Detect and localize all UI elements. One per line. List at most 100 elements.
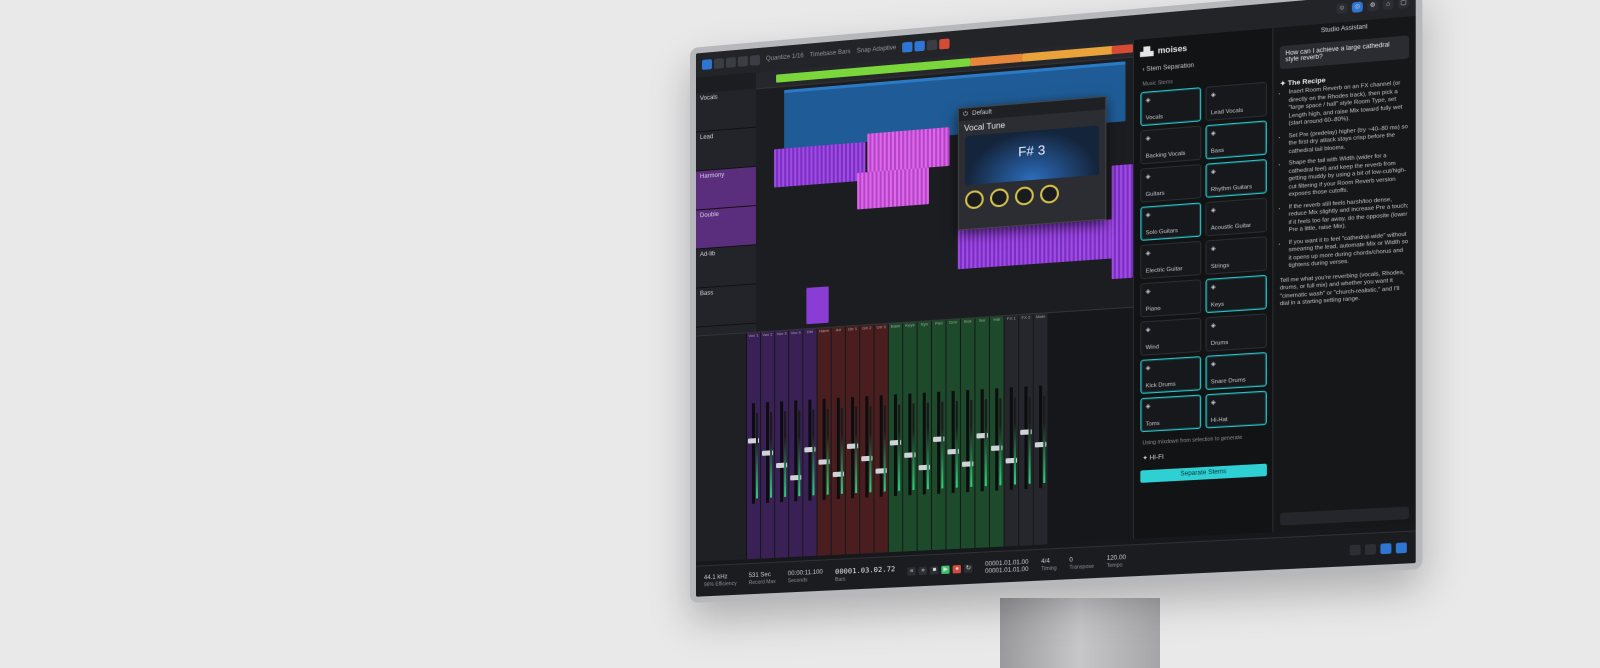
track-header[interactable]: Harmony <box>695 166 756 211</box>
rewind-icon[interactable]: « <box>907 567 916 576</box>
arranger-section-orange[interactable] <box>970 53 1023 67</box>
track-header[interactable]: Double <box>695 206 756 250</box>
grid-icon[interactable] <box>914 40 925 52</box>
bars-block: 00001.03.02.72 Bars <box>835 565 895 583</box>
stem-option[interactable]: ◈ Electric Guitar <box>1140 240 1202 280</box>
strip-label: Snr <box>978 317 986 323</box>
humanize-knob[interactable] <box>1014 185 1034 206</box>
vocal-tune-plugin-window[interactable]: ⏻ Default Vocal Tune F# 3 <box>957 95 1107 231</box>
strip-label: Kick <box>963 318 972 324</box>
fader-track[interactable] <box>865 396 869 498</box>
audio-clip[interactable] <box>867 127 950 173</box>
audio-clip[interactable] <box>774 141 866 188</box>
audio-clip[interactable] <box>806 286 829 325</box>
mixer-strip: Drm <box>946 319 960 550</box>
fader-track[interactable] <box>1039 385 1043 489</box>
eraser-tool-icon[interactable] <box>737 55 748 67</box>
mixer-icon[interactable] <box>1380 543 1392 555</box>
stem-option[interactable]: ◈ Vocals <box>1140 87 1202 127</box>
stem-option[interactable]: ◈ Keys <box>1205 274 1267 314</box>
pencil-icon[interactable] <box>1349 544 1361 556</box>
mixer-console: Vox 1 Vox 2 Vox 3 Vox 4 Dbl Harm Ad Gtr 1 Gtr 2 G… <box>695 306 1133 562</box>
level-meter <box>1043 395 1046 483</box>
paint-tool-icon[interactable] <box>749 54 760 66</box>
mixer-channel-list[interactable] <box>695 333 747 562</box>
level-meter <box>855 406 858 494</box>
play-icon[interactable]: ▶ <box>941 565 950 575</box>
stem-option[interactable]: ◈ Rhythm Guitars <box>1205 158 1267 198</box>
quantize-label[interactable]: Quantize 1/16 <box>766 53 804 62</box>
formant-knob[interactable] <box>1040 184 1059 204</box>
plugin-preset[interactable]: Default <box>972 109 992 117</box>
fader-track[interactable] <box>922 392 926 495</box>
speed-knob[interactable] <box>989 187 1009 208</box>
split-tool-icon[interactable] <box>725 57 736 68</box>
stem-option[interactable]: ◈ Acoustic Guitar <box>1205 197 1267 237</box>
fader-track[interactable] <box>751 403 755 504</box>
assistant-icon[interactable]: ◎ <box>1351 1 1363 13</box>
track-header[interactable]: Bass <box>695 284 756 328</box>
home-icon[interactable]: ⌂ <box>1382 0 1394 11</box>
fader-track[interactable] <box>908 393 912 496</box>
fader-track[interactable] <box>879 395 883 497</box>
audio-clip[interactable] <box>1111 164 1133 280</box>
track-header[interactable]: Lead <box>695 127 756 172</box>
timebase-label[interactable]: Timebase Bars <box>810 49 851 59</box>
time-signature[interactable]: 4/4 <box>1041 558 1050 565</box>
loop-icon[interactable]: ↻ <box>964 564 973 573</box>
mixer-strip: Kick <box>960 318 975 549</box>
forward-icon[interactable]: » <box>918 566 928 576</box>
fader-track[interactable] <box>822 398 826 500</box>
stem-option[interactable]: ◈ Kick Drums <box>1140 356 1202 394</box>
fader-track[interactable] <box>836 397 840 500</box>
browser-icon[interactable] <box>1395 542 1407 554</box>
snap-label[interactable]: Snap Adaptive <box>857 45 897 55</box>
arrow-tool-icon[interactable] <box>701 59 712 70</box>
fader-track[interactable] <box>794 400 798 502</box>
correction-knob[interactable] <box>965 189 984 210</box>
record-icon[interactable]: ● <box>952 564 962 574</box>
window-icon[interactable]: ▢ <box>1398 0 1410 9</box>
stem-option[interactable]: ◈ Bass <box>1205 120 1267 160</box>
settings-icon[interactable]: ⚙ <box>1367 0 1379 12</box>
stem-option[interactable]: ◈ Guitars <box>1140 163 1202 203</box>
stem-option[interactable]: ◈ Piano <box>1140 279 1202 318</box>
transpose-value[interactable]: 0 <box>1069 557 1073 563</box>
fader-track[interactable] <box>966 389 970 493</box>
stem-option[interactable]: ◈ Hi-Hat <box>1205 390 1267 429</box>
power-icon[interactable]: ⏻ <box>963 111 968 119</box>
chat-input[interactable] <box>1279 506 1410 526</box>
stem-option[interactable]: ◈ Snare Drums <box>1205 351 1267 391</box>
audio-clip[interactable] <box>857 167 929 210</box>
record-mode-icon[interactable] <box>939 38 950 50</box>
stem-option[interactable]: ◈ Wind <box>1140 317 1202 356</box>
fader-track[interactable] <box>937 391 941 494</box>
fader-track[interactable] <box>995 388 999 491</box>
fader-track[interactable] <box>1009 387 1013 490</box>
separate-stems-button[interactable]: Separate Stems <box>1140 463 1267 483</box>
track-header[interactable]: Vocals <box>695 88 756 133</box>
stop-icon[interactable]: ■ <box>930 566 939 575</box>
waveform-icon[interactable] <box>927 39 938 51</box>
back-icon[interactable]: ‹ <box>1142 67 1144 73</box>
stem-option[interactable]: ◈ Backing Vocals <box>1140 125 1202 165</box>
edit-icon[interactable] <box>1365 543 1377 555</box>
stem-option[interactable]: ◈ Solo Guitars <box>1140 202 1202 241</box>
fader-track[interactable] <box>1024 386 1028 490</box>
stem-option[interactable]: ◈ Drums <box>1205 313 1267 352</box>
stem-option[interactable]: ◈ Toms <box>1140 394 1202 433</box>
stem-option[interactable]: ◈ Lead Vocals <box>1205 81 1267 122</box>
right-locator[interactable]: 00001.01.01.00 <box>985 566 1028 574</box>
snap-icon[interactable] <box>902 41 913 53</box>
fader-track[interactable] <box>780 401 784 503</box>
stem-option[interactable]: ◈ Strings <box>1205 236 1267 275</box>
range-tool-icon[interactable] <box>713 58 724 69</box>
track-header[interactable]: Ad-lib <box>695 245 756 289</box>
arranger-section-red[interactable] <box>1111 44 1133 55</box>
view-switcher <box>1349 542 1407 556</box>
fader-track[interactable] <box>951 390 955 493</box>
fader-track[interactable] <box>980 389 984 492</box>
tempo-value[interactable]: 120.00 <box>1107 554 1126 561</box>
user-icon[interactable]: ☺ <box>1336 2 1348 15</box>
stem-label: Vocals <box>1145 114 1163 122</box>
